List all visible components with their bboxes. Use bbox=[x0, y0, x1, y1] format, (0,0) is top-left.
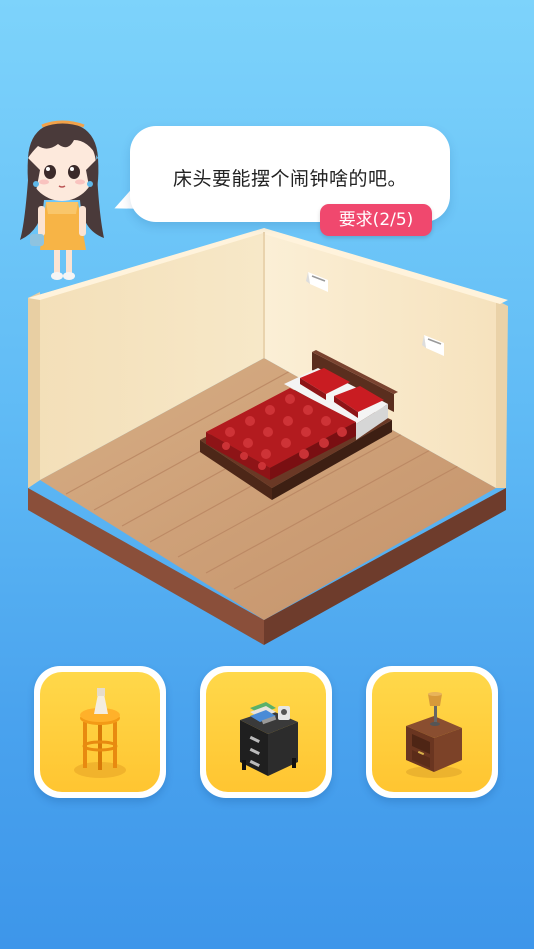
requirement-badge[interactable]: 要求(2/5) bbox=[320, 204, 432, 236]
option-wooden-nightstand[interactable] bbox=[366, 666, 498, 798]
option-card-bg bbox=[372, 672, 492, 792]
black-nightstand-icon bbox=[240, 702, 298, 776]
speech-text: 床头要能摆个闹钟啥的吧。 bbox=[172, 168, 407, 190]
wooden-nightstand-icon bbox=[406, 692, 462, 778]
girl-character bbox=[20, 120, 104, 280]
round-side-table-icon bbox=[74, 688, 126, 778]
option-card-bg bbox=[206, 672, 326, 792]
option-black-nightstand[interactable] bbox=[200, 666, 332, 798]
option-card-bg bbox=[40, 672, 160, 792]
option-round-side-table[interactable] bbox=[34, 666, 166, 798]
game-scene: 床头要能摆个闹钟啥的吧。 要求(2/5) bbox=[0, 0, 534, 949]
room bbox=[28, 228, 508, 645]
